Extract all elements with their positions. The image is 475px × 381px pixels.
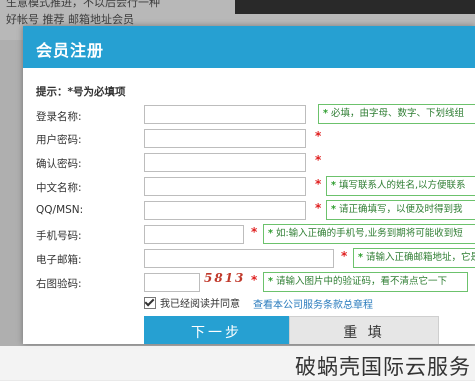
tip-icon: * [331,180,336,191]
password-required-mark: * [315,129,322,143]
captcha-tip: * 请输入图片中的验证码，看不清点它一下 [263,272,468,292]
captcha-label: 右图验码: [36,278,82,290]
login-name-label: 登录名称: [36,111,82,123]
confirm-password-required-mark: * [315,153,322,167]
email-required-mark: * [341,249,348,263]
chinese-name-label: 中文名称: [36,182,82,194]
mobile-label: 手机号码: [36,230,82,242]
dialog-title: 会员注册 [36,41,105,60]
captcha-image[interactable]: 5813 [204,271,245,285]
tip-icon: * [358,252,363,263]
qq-msn-tip-text: 请正确填写，以便及时得到我 [338,204,463,215]
reset-button[interactable]: 重 填 [289,316,439,344]
required-hint: 提示：*号为必填项 [36,86,126,98]
qq-msn-tip: * 请正确填写，以便及时得到我 [326,200,475,220]
watermark-text: 破蜗壳国际云服务 [295,355,471,379]
confirm-password-input[interactable] [144,153,306,172]
email-tip: * 请输入正确邮箱地址，它是 [353,248,475,268]
tip-icon: * [268,276,273,287]
chinese-name-required-mark: * [315,177,322,191]
login-name-tip-text: 必填，由字母、数字、下划线组 [330,108,464,119]
tip-icon: * [268,228,273,239]
qq-msn-required-mark: * [315,201,322,215]
login-name-input[interactable] [144,105,306,124]
mobile-input[interactable] [144,225,244,244]
next-step-button[interactable]: 下一步 [144,316,289,344]
password-input[interactable] [144,129,306,148]
login-name-tip: * 必填，由字母、数字、下划线组 [318,104,475,124]
tip-icon: * [331,204,336,215]
captcha-input[interactable] [144,273,200,292]
qq-msn-input[interactable] [144,201,306,220]
captcha-required-mark: * [251,273,258,287]
tip-icon: * [323,108,328,119]
mobile-tip: * 如:输入正确的手机号,业务到期将可能收到短 [263,224,475,244]
mobile-required-mark: * [251,225,258,239]
agree-label: 我已经阅读并同意 [160,299,240,310]
agree-checkbox[interactable] [144,296,156,309]
email-input[interactable] [144,249,334,268]
terms-link[interactable]: 查看本公司服务条款总章程 [253,296,373,311]
chinese-name-tip: * 填写联系人的姓名,以方便联系 [326,176,475,196]
chinese-name-tip-text: 填写联系人的姓名,以方便联系 [338,180,466,191]
chinese-name-input[interactable] [144,177,306,196]
dialog-header: 会员注册 [23,26,475,68]
agreement-row: 我已经阅读并同意 [144,295,240,310]
captcha-tip-text: 请输入图片中的验证码，看不清点它一下 [275,276,447,287]
email-tip-text: 请输入正确邮箱地址，它是 [365,252,475,263]
qq-msn-label: QQ/MSN: [36,204,84,216]
email-label: 电子邮箱: [36,254,82,266]
registration-dialog: 会员注册 提示：*号为必填项 登录名称: * 必填，由字母、数字、下划线组 用户密… [23,26,475,344]
password-label: 用户密码: [36,134,82,146]
mobile-tip-text: 如:输入正确的手机号,业务到期将可能收到短 [275,228,463,239]
confirm-password-label: 确认密码: [36,158,82,170]
